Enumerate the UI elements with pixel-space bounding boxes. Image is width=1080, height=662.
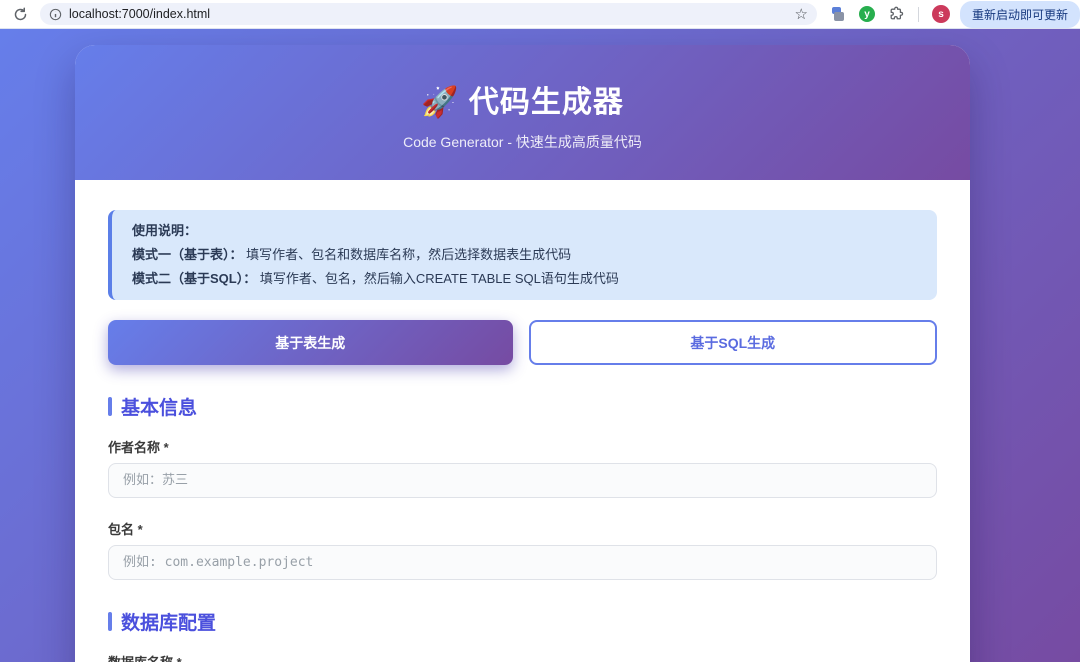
url-text: localhost:7000/index.html — [69, 7, 210, 21]
page-background: 🚀 代码生成器 Code Generator - 快速生成高质量代码 使用说明：… — [0, 29, 1080, 662]
extension-badge-letter: y — [864, 9, 870, 20]
sql-mode-button[interactable]: 基于SQL生成 — [529, 320, 938, 365]
section-accent-bar — [108, 397, 112, 416]
card-header: 🚀 代码生成器 Code Generator - 快速生成高质量代码 — [75, 45, 970, 180]
dbname-label: 数据库名称 * — [108, 652, 937, 662]
author-input[interactable] — [108, 463, 937, 498]
profile-avatar[interactable]: s — [932, 5, 950, 23]
generator-card: 🚀 代码生成器 Code Generator - 快速生成高质量代码 使用说明：… — [75, 45, 970, 662]
dbname-field-group: 数据库名称 * — [108, 652, 937, 662]
page-subtitle: Code Generator - 快速生成高质量代码 — [95, 132, 950, 152]
page-title: 🚀 代码生成器 — [95, 77, 950, 121]
mode-switcher: 基于表生成 基于SQL生成 — [108, 320, 937, 365]
package-input[interactable] — [108, 545, 937, 580]
chrome-update-button[interactable]: 重新启动即可更新 — [960, 1, 1080, 28]
package-label: 包名 * — [108, 519, 937, 538]
section-database-config-title: 数据库配置 — [121, 608, 216, 635]
extension-icon-1-body — [834, 12, 844, 21]
reload-button[interactable] — [8, 2, 32, 26]
site-info-icon[interactable] — [49, 8, 62, 21]
usage-instructions: 使用说明： 模式一（基于表）： 填写作者、包名和数据库名称，然后选择数据表生成代… — [108, 210, 937, 300]
section-basic-info-title: 基本信息 — [121, 393, 197, 420]
card-body: 使用说明： 模式一（基于表）： 填写作者、包名和数据库名称，然后选择数据表生成代… — [75, 180, 970, 662]
section-basic-info: 基本信息 — [108, 393, 937, 420]
table-mode-button[interactable]: 基于表生成 — [108, 320, 513, 365]
toolbar-right: y s — [831, 5, 950, 23]
avatar-letter: s — [938, 9, 944, 20]
section-database-config: 数据库配置 — [108, 608, 937, 635]
extension-icon-green-y[interactable]: y — [859, 6, 875, 22]
extensions-puzzle-icon[interactable] — [888, 6, 905, 23]
usage-heading: 使用说明： — [132, 219, 917, 243]
author-label: 作者名称 * — [108, 437, 937, 456]
browser-toolbar: localhost:7000/index.html ☆ y s 重新启动即可更新 — [0, 0, 1080, 29]
usage-mode1-line: 模式一（基于表）： 填写作者、包名和数据库名称，然后选择数据表生成代码 — [132, 243, 917, 267]
reload-icon — [13, 7, 28, 22]
bookmark-star-icon[interactable]: ☆ — [795, 7, 808, 22]
package-field-group: 包名 * — [108, 519, 937, 580]
extension-icon-1[interactable] — [831, 7, 846, 22]
author-field-group: 作者名称 * — [108, 437, 937, 498]
toolbar-divider — [918, 7, 919, 22]
section-accent-bar — [108, 612, 112, 631]
url-bar[interactable]: localhost:7000/index.html ☆ — [40, 3, 817, 25]
usage-mode2-line: 模式二（基于SQL）： 填写作者、包名，然后输入CREATE TABLE SQL… — [132, 267, 917, 291]
